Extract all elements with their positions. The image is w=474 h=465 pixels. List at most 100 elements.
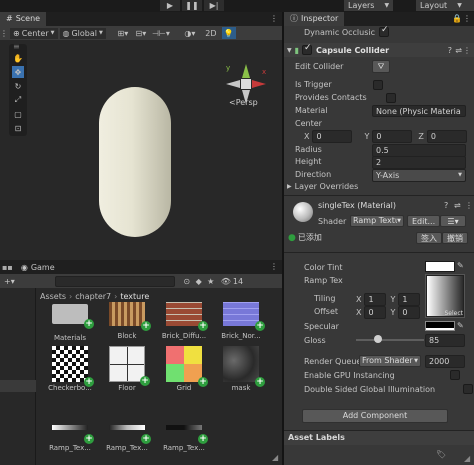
tiling-y-field[interactable]: 1: [398, 293, 421, 306]
foldout-arrow-icon[interactable]: ▼: [287, 47, 292, 54]
hidden-packages-count[interactable]: 👁 14: [221, 277, 243, 286]
direction-value: Y-Axis: [376, 171, 400, 180]
lighting-icon[interactable]: 💡: [221, 27, 236, 39]
2d-toggle[interactable]: 2D: [204, 27, 218, 39]
resize-handle-icon[interactable]: ◢: [464, 454, 470, 463]
offset-x-field[interactable]: 0: [364, 306, 387, 319]
grid-snap-icon[interactable]: ⊞▾: [114, 27, 132, 39]
revoke-button[interactable]: 撤销: [442, 232, 468, 244]
space-dropdown[interactable]: ◍ Global ▼: [59, 27, 106, 39]
asset-item[interactable]: + Ramp_Tex...: [97, 420, 157, 452]
asset-item[interactable]: + Ramp_Tex...: [40, 420, 100, 452]
asset-labels-header[interactable]: Asset Labels: [284, 431, 474, 445]
gloss-slider-track[interactable]: [356, 339, 424, 341]
eyedropper-icon[interactable]: ✎: [457, 321, 464, 330]
plus-dropdown-icon[interactable]: +▾: [4, 277, 15, 286]
direction-dropdown[interactable]: Y-Axis ▼: [372, 169, 466, 182]
specular-swatch[interactable]: [425, 321, 455, 331]
asset-item[interactable]: + Brick_Diffu...: [154, 302, 214, 340]
more-icon[interactable]: ⋮: [270, 14, 278, 23]
tiling-x-field[interactable]: 1: [364, 293, 387, 306]
material-field[interactable]: None (Physic Materia: [372, 105, 466, 117]
align-icon[interactable]: ⊣⊢▾: [150, 27, 172, 39]
console-tab-icon[interactable]: ▪▪: [2, 263, 13, 272]
hand-tool-icon[interactable]: ✋: [12, 52, 24, 64]
height-field[interactable]: 2: [372, 156, 466, 169]
rect-tool-icon[interactable]: ▢: [12, 108, 24, 120]
asset-item[interactable]: + mask: [211, 346, 271, 392]
breadcrumb-texture[interactable]: texture: [120, 292, 149, 301]
rotate-tool-icon[interactable]: ↻: [12, 80, 24, 92]
shader-dropdown[interactable]: Ramp Textu ▼: [350, 215, 404, 227]
asset-item[interactable]: + Block: [97, 302, 157, 340]
ramp-tex-slot[interactable]: Select: [425, 274, 465, 318]
eyedropper-icon[interactable]: ✎: [457, 261, 464, 270]
center-x-field[interactable]: 0: [312, 130, 353, 143]
pause-icon[interactable]: ❚❚: [182, 0, 202, 11]
dynamic-occlusion-checkbox[interactable]: [379, 25, 389, 37]
tab-game[interactable]: ◉ Game: [21, 263, 55, 272]
render-queue-dropdown[interactable]: From Shader ▼: [359, 355, 421, 367]
tab-scene[interactable]: # Scene: [0, 12, 47, 26]
sign-in-button[interactable]: 签入: [416, 232, 442, 244]
transform-tool-icon[interactable]: ⊡: [12, 122, 24, 134]
step-icon[interactable]: ▶|: [204, 0, 224, 11]
asset-item[interactable]: + Checkerbo...: [40, 346, 100, 392]
asset-item[interactable]: + Brick_Nor...: [211, 302, 271, 340]
star-icon[interactable]: ★: [205, 275, 217, 287]
more-icon[interactable]: ⋮: [465, 201, 473, 210]
gloss-field[interactable]: 85: [425, 334, 465, 347]
draw-mode-icon[interactable]: ◑▾: [180, 27, 200, 39]
gloss-slider-thumb[interactable]: [374, 335, 383, 343]
layers-dropdown[interactable]: Layers ▼: [344, 0, 394, 11]
layer-overrides-foldout[interactable]: ▶ Layer Overrides: [287, 182, 358, 191]
capsule-object[interactable]: [98, 86, 172, 238]
center-y-field[interactable]: 0: [372, 130, 413, 143]
add-component-button[interactable]: Add Component: [302, 409, 448, 423]
tree-selection[interactable]: [0, 380, 36, 392]
project-search-input[interactable]: [54, 275, 175, 287]
center-z-field[interactable]: 0: [426, 130, 467, 143]
increment-snap-icon[interactable]: ⊟▾: [132, 27, 150, 39]
capsule-enabled-checkbox[interactable]: [302, 43, 313, 55]
label-filter-icon[interactable]: ◆: [193, 275, 205, 287]
drag-handle-icon[interactable]: ⋮: [0, 27, 8, 39]
edit-collider-button[interactable]: ⛛: [372, 60, 390, 73]
layer-overrides-label: Layer Overrides: [294, 182, 359, 191]
offset-y-field[interactable]: 0: [398, 306, 421, 319]
layout-dropdown[interactable]: Layout ▼: [416, 0, 474, 11]
more-icon[interactable]: ⋮: [270, 262, 278, 271]
search-by-type-icon[interactable]: ⊙: [181, 275, 193, 287]
tag-icon[interactable]: 🏷: [436, 450, 446, 459]
asset-item[interactable]: + Materials: [40, 302, 100, 342]
capsule-collider-header[interactable]: ▼ ▮ Capsule Collider ? ⇌ ⋮: [284, 43, 474, 57]
persp-label[interactable]: <Persp: [229, 98, 258, 107]
play-icon[interactable]: ▶: [160, 0, 180, 11]
render-queue-field[interactable]: 2000: [425, 355, 465, 368]
asset-item[interactable]: + Floor: [97, 346, 157, 392]
scale-tool-icon[interactable]: ⤢: [12, 94, 24, 106]
preset-icon[interactable]: ⇌: [454, 201, 461, 210]
breadcrumb-chapter7[interactable]: chapter7: [75, 292, 111, 301]
asset-item[interactable]: + Grid: [154, 346, 214, 392]
pivot-dropdown[interactable]: ⊕ Center ▼: [10, 27, 58, 39]
more-icon[interactable]: ⋮: [463, 14, 471, 23]
preset-icon[interactable]: ⇌: [455, 46, 462, 55]
tab-inspector[interactable]: ⓘ Inspector: [284, 12, 345, 26]
select-label[interactable]: Select: [444, 310, 463, 317]
help-icon[interactable]: ?: [448, 46, 452, 55]
resize-handle-icon[interactable]: ◢: [272, 453, 278, 462]
double-sided-gi-checkbox[interactable]: [462, 384, 473, 394]
color-tint-swatch[interactable]: [425, 261, 455, 272]
move-tool-icon[interactable]: ✥: [12, 66, 24, 78]
shader-edit-button[interactable]: Edit...: [407, 215, 441, 227]
shader-list-button[interactable]: ☰▾: [440, 215, 466, 227]
help-icon[interactable]: ?: [444, 201, 448, 210]
breadcrumb-assets[interactable]: Assets: [40, 292, 66, 301]
gpu-instancing-checkbox[interactable]: [450, 370, 461, 380]
asset-item[interactable]: + Ramp_Tex...: [154, 420, 214, 452]
provides-contacts-checkbox[interactable]: [385, 93, 396, 103]
more-icon[interactable]: ⋮: [463, 46, 471, 55]
lock-icon[interactable]: 🔒: [452, 14, 462, 23]
is-trigger-checkbox[interactable]: [373, 80, 383, 90]
